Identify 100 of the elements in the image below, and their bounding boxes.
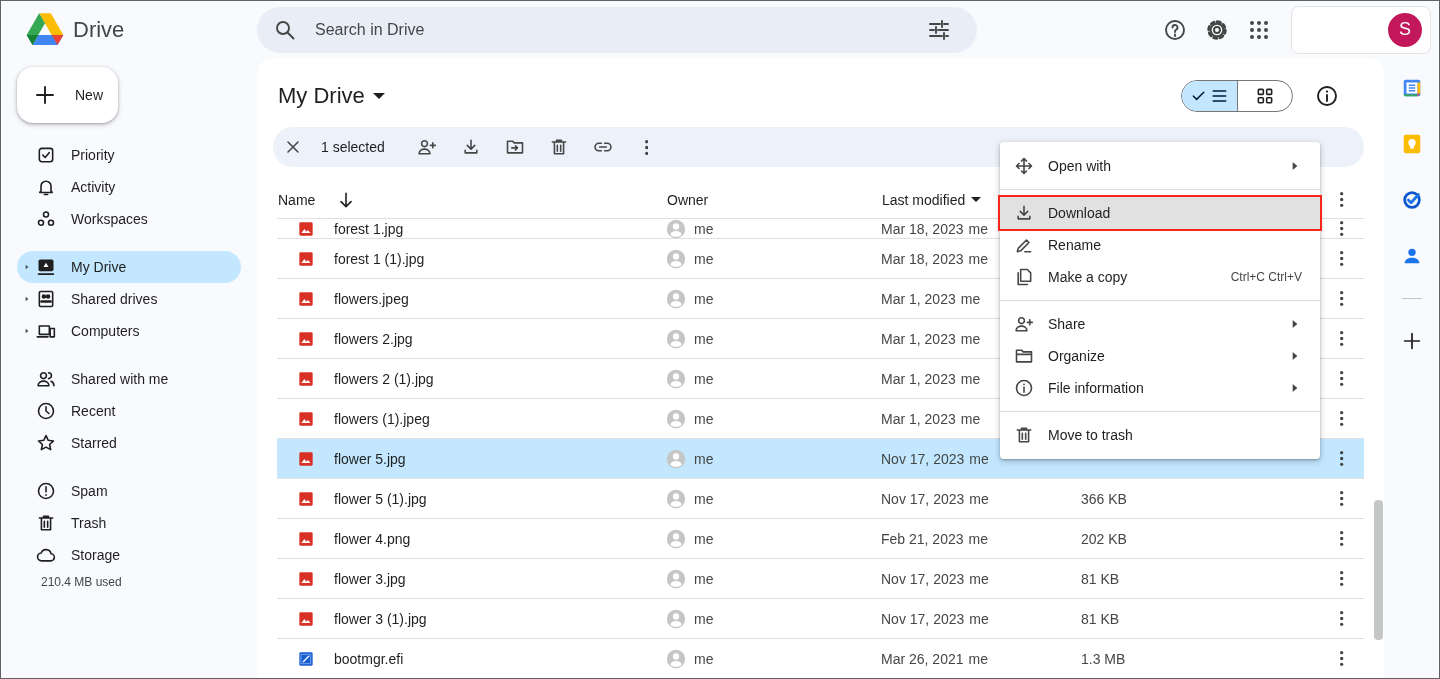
file-row[interactable]: flower 4.png me Feb 21, 2023 me 202 KB: [277, 519, 1364, 559]
more-icon: [1340, 192, 1344, 207]
menu-item-label: File information: [1048, 380, 1145, 396]
sidebar-item[interactable]: Shared with me: [17, 363, 241, 395]
sidebar-item[interactable]: Activity: [17, 171, 241, 203]
modified-by: me: [960, 330, 981, 347]
avatar-icon: [666, 219, 686, 239]
file-row[interactable]: flower 3.jpg me Nov 17, 2023 me 81 KB: [277, 559, 1364, 599]
account-avatar[interactable]: S: [1388, 12, 1422, 47]
more-icon: [1340, 221, 1344, 236]
file-name: flowers (1).jpeg: [334, 410, 430, 427]
file-name: flowers 2 (1).jpg: [334, 370, 434, 387]
expand-arrow-icon[interactable]: [23, 263, 31, 271]
modified-by: me: [968, 530, 988, 547]
file-row[interactable]: flower 3 (1).jpg me Nov 17, 2023 me 81 KB: [277, 599, 1364, 639]
modified-by: me: [960, 370, 981, 387]
new-button[interactable]: New: [17, 67, 118, 123]
sidebar-item[interactable]: Computers: [17, 315, 241, 347]
more-icon: [1340, 491, 1344, 506]
plus-icon: [33, 83, 57, 107]
more-icon: [1340, 451, 1344, 466]
modified-date: Mar 18, 2023: [881, 250, 964, 267]
file-name: flower 5.jpg: [334, 450, 406, 467]
owner-name: me: [694, 330, 714, 347]
sidebar-item[interactable]: Shared drives: [17, 283, 241, 315]
sidebar-item[interactable]: Spam: [17, 475, 241, 507]
modified-date: Mar 1, 2023: [881, 370, 956, 387]
modified-by: me: [968, 650, 988, 667]
copy-icon: [1014, 267, 1034, 287]
recent-icon: [36, 401, 56, 421]
modified-by: me: [960, 410, 981, 427]
menu-item-label: Rename: [1048, 237, 1102, 253]
modified-date: Nov 17, 2023: [881, 450, 965, 467]
more-icon: [1340, 291, 1344, 306]
share-icon: [416, 137, 437, 157]
my-drive-icon: [36, 257, 56, 277]
filter-icon[interactable]: [927, 17, 951, 42]
sidebar-item[interactable]: Trash: [17, 507, 241, 539]
file-row[interactable]: flower 5 (1).jpg me Nov 17, 2023 me 366 KB: [277, 479, 1364, 519]
menu-item-label: Open with: [1048, 158, 1113, 174]
image-file-icon: [298, 450, 314, 467]
trash-icon: [36, 513, 56, 533]
owner-name: me: [694, 490, 714, 507]
more-icon: [1340, 371, 1344, 386]
file-icon: [298, 650, 314, 667]
menu-item-label: Download: [1048, 205, 1112, 221]
sidebar-item[interactable]: Starred: [17, 427, 241, 459]
modified-date: Mar 18, 2023: [881, 220, 964, 237]
menu-item-label: Share: [1048, 316, 1087, 332]
sidebar-item[interactable]: Storage: [17, 539, 241, 571]
sidebar-item[interactable]: Priority: [17, 139, 241, 171]
menu-item[interactable]: Open with: [1000, 150, 1320, 182]
menu-item[interactable]: Download: [1000, 197, 1320, 229]
sidebar-item[interactable]: Recent: [17, 395, 241, 427]
shared-drives-icon: [36, 289, 56, 309]
avatar-icon: [666, 528, 686, 549]
storage-usage-text: 210.4 MB used: [41, 575, 123, 589]
column-header[interactable]: Last modified: [881, 185, 983, 214]
sidebar-item[interactable]: Workspaces: [17, 203, 241, 235]
share-icon: [1014, 314, 1034, 334]
search-input[interactable]: Search in Drive: [313, 19, 911, 40]
more-icon: [1340, 651, 1344, 666]
modified-by: me: [968, 220, 988, 237]
modified-date: Nov 17, 2023: [881, 570, 965, 587]
modified-date: Mar 1, 2023: [881, 330, 956, 347]
owner-name: me: [694, 370, 714, 387]
sidebar-item[interactable]: My Drive: [17, 251, 241, 283]
more-icon: [1340, 251, 1344, 266]
file-name: forest 1.jpg: [334, 220, 404, 237]
image-file-icon: [298, 490, 314, 507]
shared-icon: [36, 369, 56, 389]
file-size: 81 KB: [1081, 610, 1120, 627]
caret-icon: [971, 197, 982, 202]
tasks-icon: [1400, 189, 1423, 211]
download-icon: [1014, 203, 1034, 223]
image-file-icon: [298, 330, 314, 347]
modified-by: me: [969, 610, 989, 627]
move-to-folder-icon: [504, 137, 525, 157]
file-size: 202 KB: [1081, 530, 1127, 547]
modified-date: Mar 1, 2023: [881, 410, 956, 427]
more-icon: [1340, 411, 1344, 426]
owner-name: me: [694, 610, 714, 627]
list-view-button[interactable]: [1182, 80, 1237, 111]
file-row[interactable]: bootmgr.efi me Mar 26, 2021 me 1.3 MB: [277, 639, 1364, 678]
page-title-button[interactable]: My Drive: [278, 82, 385, 109]
search-field[interactable]: Search in Drive: [257, 6, 977, 53]
avatar-icon: [666, 648, 686, 669]
more-icon: [645, 139, 649, 155]
image-file-icon: [298, 370, 314, 387]
file-name: flowers 2.jpg: [334, 330, 413, 347]
more-icon: [1340, 611, 1344, 626]
selection-count: 1 selected: [321, 139, 385, 155]
expand-arrow-icon[interactable]: [23, 295, 31, 303]
expand-arrow-icon[interactable]: [23, 327, 31, 335]
open-with-icon: [1014, 156, 1034, 176]
image-file-icon: [298, 530, 314, 547]
modified-date: Mar 26, 2021: [881, 650, 964, 667]
column-header[interactable]: Owner: [666, 185, 710, 214]
file-name: flower 5 (1).jpg: [334, 490, 427, 507]
column-header[interactable]: Name: [277, 185, 317, 214]
